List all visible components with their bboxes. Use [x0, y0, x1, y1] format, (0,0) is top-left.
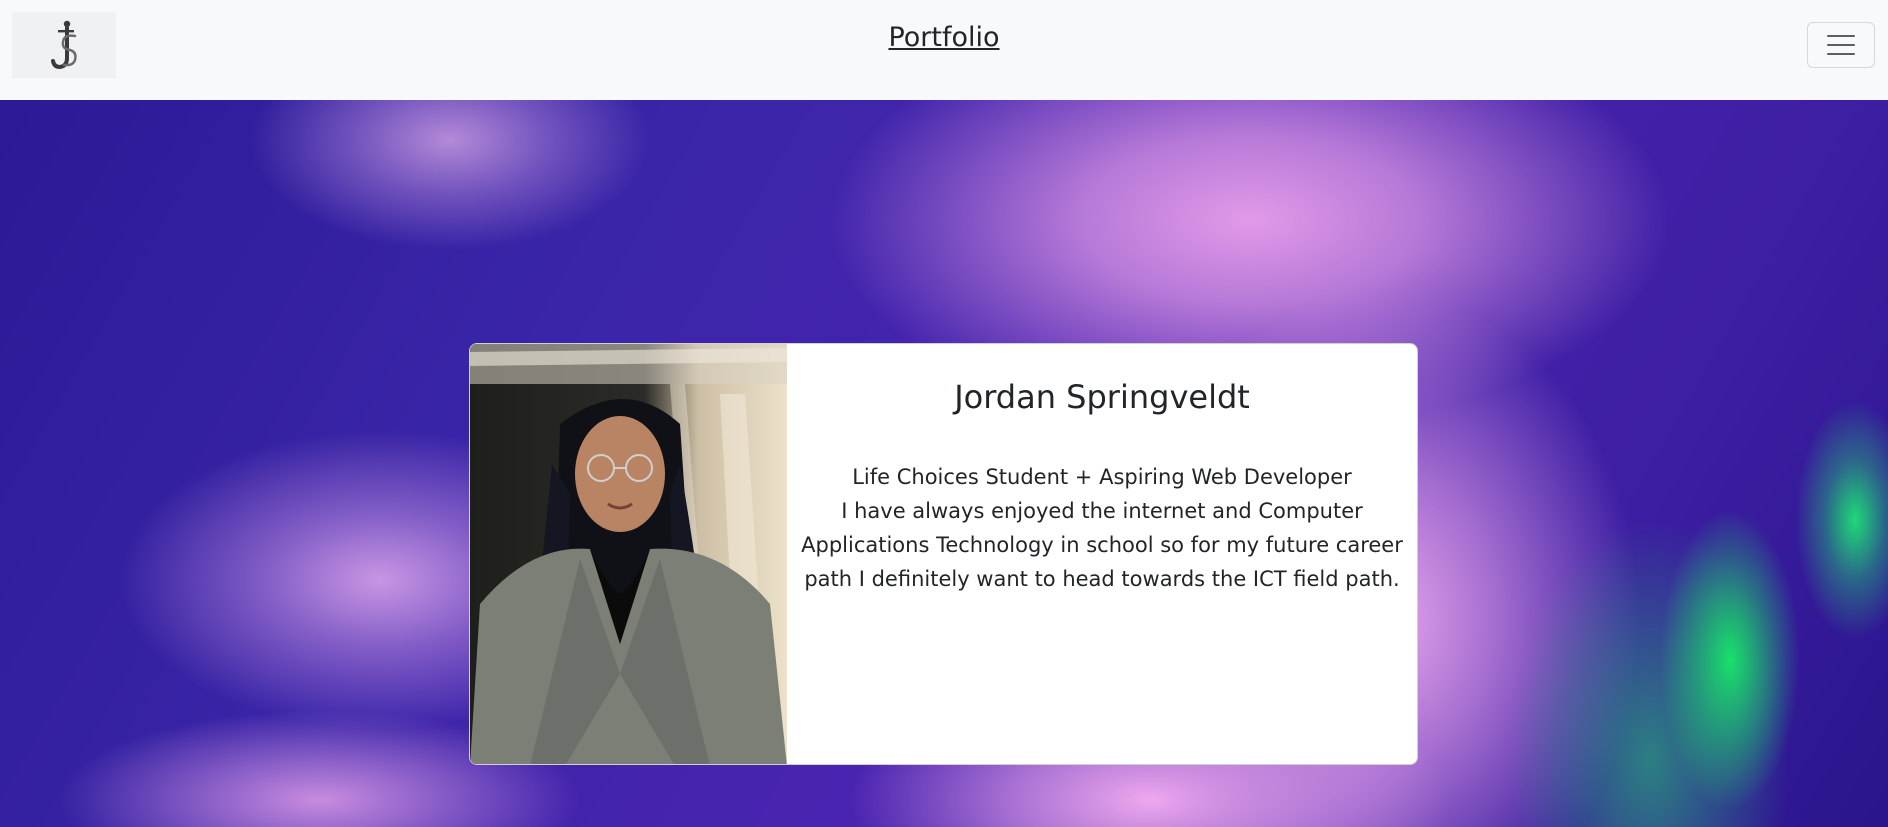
portfolio-nav-link[interactable]: Portfolio [0, 22, 1888, 53]
top-navbar: Portfolio [0, 0, 1888, 100]
profile-card-body: Jordan Springveldt Life Choices Student … [787, 344, 1417, 764]
profile-bio: I have always enjoyed the internet and C… [801, 499, 1403, 591]
profile-name: Jordan Springveldt [954, 378, 1250, 416]
hamburger-menu-icon [1827, 35, 1855, 37]
hamburger-menu-icon [1827, 53, 1855, 55]
hamburger-menu-icon [1827, 44, 1855, 46]
navbar-toggler-button[interactable] [1807, 22, 1875, 68]
profile-card: Jordan Springveldt Life Choices Student … [469, 343, 1418, 765]
hero-background: Jordan Springveldt Life Choices Student … [0, 100, 1888, 827]
profile-photo-illustration [470, 344, 787, 764]
profile-tagline: Life Choices Student + Aspiring Web Deve… [852, 465, 1352, 489]
profile-photo [470, 344, 787, 764]
